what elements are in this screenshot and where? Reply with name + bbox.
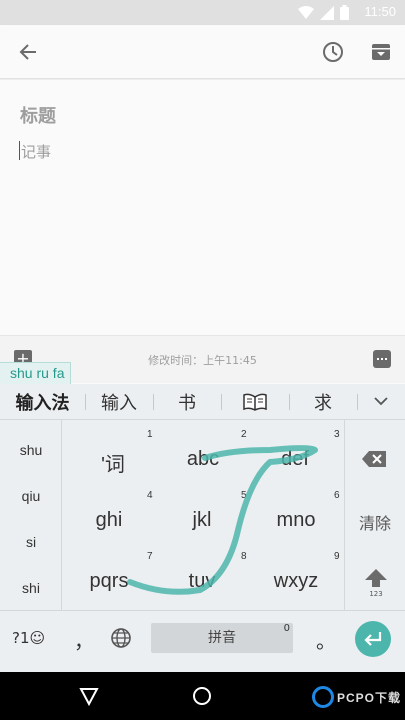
- watermark-logo-icon: [311, 686, 334, 708]
- book-icon: [243, 393, 267, 411]
- arrow-left-icon: [19, 44, 36, 60]
- circle-home-icon: [193, 687, 211, 705]
- shift-sub-label: 123: [369, 590, 383, 598]
- watermark: PCPO下载: [311, 686, 401, 708]
- candidate-bar: 输入法 输入 书 求: [0, 384, 405, 420]
- status-time: 11:50: [364, 4, 396, 19]
- chevron-down-icon: [374, 397, 388, 406]
- signal-icon: [320, 5, 334, 20]
- wifi-icon: [298, 5, 314, 19]
- keyboard-bottom-row: ?1☺ ， 拼音 0 。: [0, 610, 405, 672]
- archive-button[interactable]: [366, 37, 396, 67]
- space-number: 0: [283, 623, 290, 634]
- battery-icon: [340, 5, 349, 20]
- note-title-field[interactable]: 标题: [20, 102, 56, 128]
- enter-icon: [364, 632, 382, 646]
- back-button[interactable]: [13, 37, 43, 67]
- language-button[interactable]: [110, 627, 132, 653]
- text-cursor: [19, 141, 20, 160]
- navigation-bar: PCPO下载: [0, 672, 405, 720]
- space-label: 拼音: [208, 630, 236, 646]
- expand-candidates-button[interactable]: [357, 384, 405, 420]
- triangle-back-icon: [79, 688, 99, 706]
- app-bar: [0, 25, 405, 79]
- globe-icon: [111, 628, 131, 648]
- shift-button[interactable]: 123: [361, 568, 391, 598]
- reminder-button[interactable]: [318, 37, 348, 67]
- backspace-icon: [362, 451, 386, 467]
- note-body-field[interactable]: 记事: [21, 141, 51, 162]
- watermark-text: PCPO下载: [336, 690, 401, 705]
- candidate-5[interactable]: 求: [289, 384, 357, 420]
- more-dot-icon: [377, 358, 379, 360]
- note-editor: 标题 记事: [0, 80, 405, 335]
- candidate-3[interactable]: 书: [153, 384, 221, 420]
- nav-home-button[interactable]: [190, 684, 214, 708]
- clear-button[interactable]: 清除: [345, 510, 405, 534]
- symbol-key[interactable]: ?1☺: [12, 629, 45, 647]
- status-bar: 11:50: [0, 0, 405, 25]
- composing-text: shu ru fa: [0, 362, 72, 384]
- more-options-button[interactable]: [373, 350, 391, 368]
- keyboard: shu qiu si shi 1 2 3 '词 abc def 4 5 6 gh…: [0, 420, 405, 672]
- candidate-2[interactable]: 输入: [85, 384, 153, 420]
- clock-icon: [323, 42, 343, 62]
- space-bar[interactable]: 拼音 0: [151, 623, 293, 653]
- enter-button[interactable]: [355, 621, 391, 657]
- period-key[interactable]: 。: [316, 625, 336, 654]
- nav-back-button[interactable]: [77, 684, 101, 708]
- candidate-4[interactable]: [221, 384, 289, 420]
- comma-key[interactable]: ，: [74, 625, 94, 654]
- candidate-1[interactable]: 输入法: [0, 384, 85, 420]
- arrow-up-icon: [365, 569, 387, 587]
- archive-icon: [372, 44, 390, 60]
- function-keys: 清除 123: [344, 420, 405, 610]
- backspace-button[interactable]: [361, 450, 387, 472]
- status-icons: [298, 5, 349, 20]
